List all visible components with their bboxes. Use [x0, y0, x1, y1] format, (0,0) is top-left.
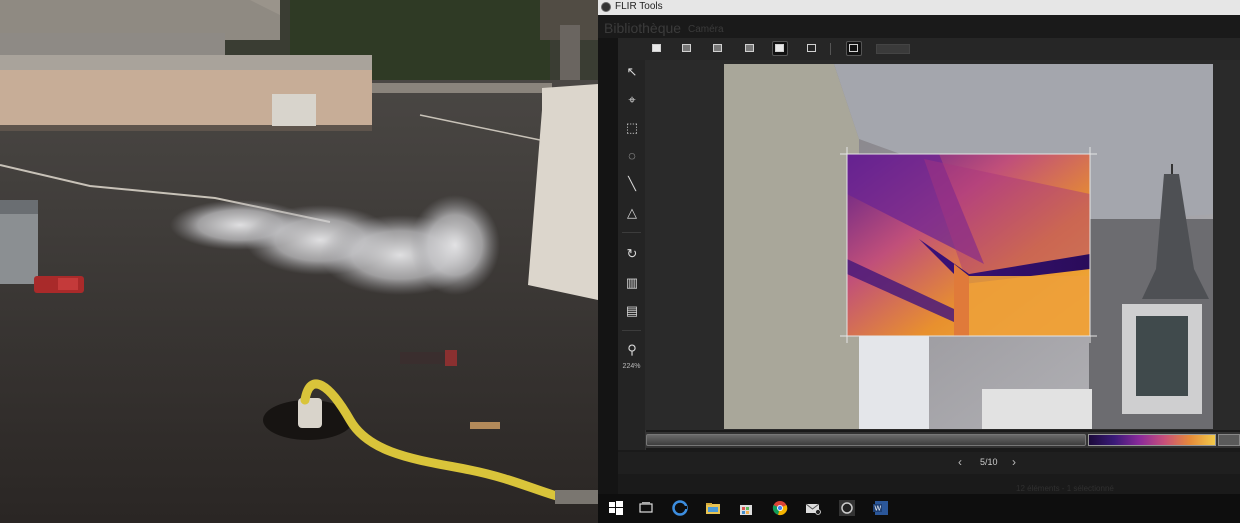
msx-view-icon [775, 44, 784, 52]
roof-photo-illustration [0, 0, 598, 523]
image-counter: 5/10 [980, 457, 998, 467]
polygon-tool-icon[interactable]: △ [622, 203, 642, 223]
blend-view-icon [713, 44, 722, 52]
toolbar-divider [830, 43, 831, 55]
task-view-icon[interactable] [638, 500, 654, 516]
tools-divider [622, 330, 641, 331]
thermal-image[interactable] [724, 64, 1213, 429]
window-title: FLIR Tools [615, 1, 663, 12]
svg-text:W: W [875, 506, 882, 513]
word-icon[interactable]: W [873, 500, 889, 516]
fit-view-button[interactable] [846, 41, 862, 56]
image-canvas [645, 60, 1240, 430]
tools-divider [622, 232, 641, 233]
rotate-tool-icon[interactable]: ↻ [622, 244, 642, 264]
image-pager: ‹ 5/10 › [618, 452, 1240, 474]
edge-icon[interactable] [672, 500, 688, 516]
measurement-tools-bar: ↖ ⌖ ⬚ ◌ ╲ △ ↻ ▥ ▤ ⚲ 224% [618, 60, 646, 450]
next-image-button[interactable]: › [1012, 455, 1016, 469]
view-single-button[interactable] [649, 41, 665, 56]
view-ir-button[interactable] [679, 41, 695, 56]
flir-tools-window: FLIR Tools Bibliothèque Caméra ↖ ⌖ ⬚ ◌ ╲… [598, 0, 1240, 523]
library-sub-label: Caméra [688, 24, 724, 35]
windows-taskbar: W [598, 494, 1240, 523]
roof-smoke-test-photo [0, 0, 598, 523]
view-pip-button[interactable] [742, 41, 758, 56]
chrome-icon[interactable] [772, 500, 788, 516]
circle-tool-icon[interactable]: ◌ [622, 146, 642, 166]
store-icon[interactable] [738, 500, 754, 516]
library-status-text: 12 éléments - 1 sélectionné [1016, 484, 1114, 493]
flir-tools-taskbar-icon[interactable] [839, 500, 855, 516]
color-distribution-tool-icon[interactable]: ▤ [622, 301, 642, 321]
pip-view-icon [745, 44, 754, 52]
spot-tool-icon[interactable]: ⌖ [622, 90, 642, 110]
zoom-tool-icon[interactable]: ⚲ [622, 340, 642, 360]
photo-view-icon [807, 44, 816, 52]
horizontal-scrollbar[interactable] [646, 434, 1086, 446]
view-msx-button[interactable] [772, 41, 788, 56]
library-label: Bibliothèque [604, 20, 682, 36]
zoom-level-label: 224% [622, 363, 641, 370]
select-tool-icon[interactable]: ↖ [622, 62, 642, 82]
temperature-scale-end [1218, 434, 1240, 446]
view-photo-button[interactable] [804, 41, 820, 56]
room-visual-image [724, 64, 1213, 429]
library-side-panel [598, 38, 618, 498]
title-bar: FLIR Tools [598, 0, 1240, 15]
windows-start-icon[interactable] [608, 500, 624, 516]
zoom-slider[interactable] [876, 44, 910, 54]
temperature-scale-bar[interactable] [1088, 434, 1216, 446]
ir-view-icon [682, 44, 691, 52]
fit-screen-icon [849, 44, 858, 52]
image-view-toolbar [618, 38, 1240, 61]
single-view-icon [652, 44, 661, 52]
previous-image-button[interactable]: ‹ [958, 455, 962, 469]
file-explorer-icon[interactable] [705, 500, 721, 516]
line-tool-icon[interactable]: ╲ [622, 174, 642, 194]
view-blend-button[interactable] [710, 41, 726, 56]
box-tool-icon[interactable]: ⬚ [622, 118, 642, 138]
flir-app-icon [601, 2, 611, 12]
mail-icon[interactable] [805, 500, 821, 516]
image-bottom-bar [646, 432, 1240, 448]
palette-tool-icon[interactable]: ▥ [622, 273, 642, 293]
